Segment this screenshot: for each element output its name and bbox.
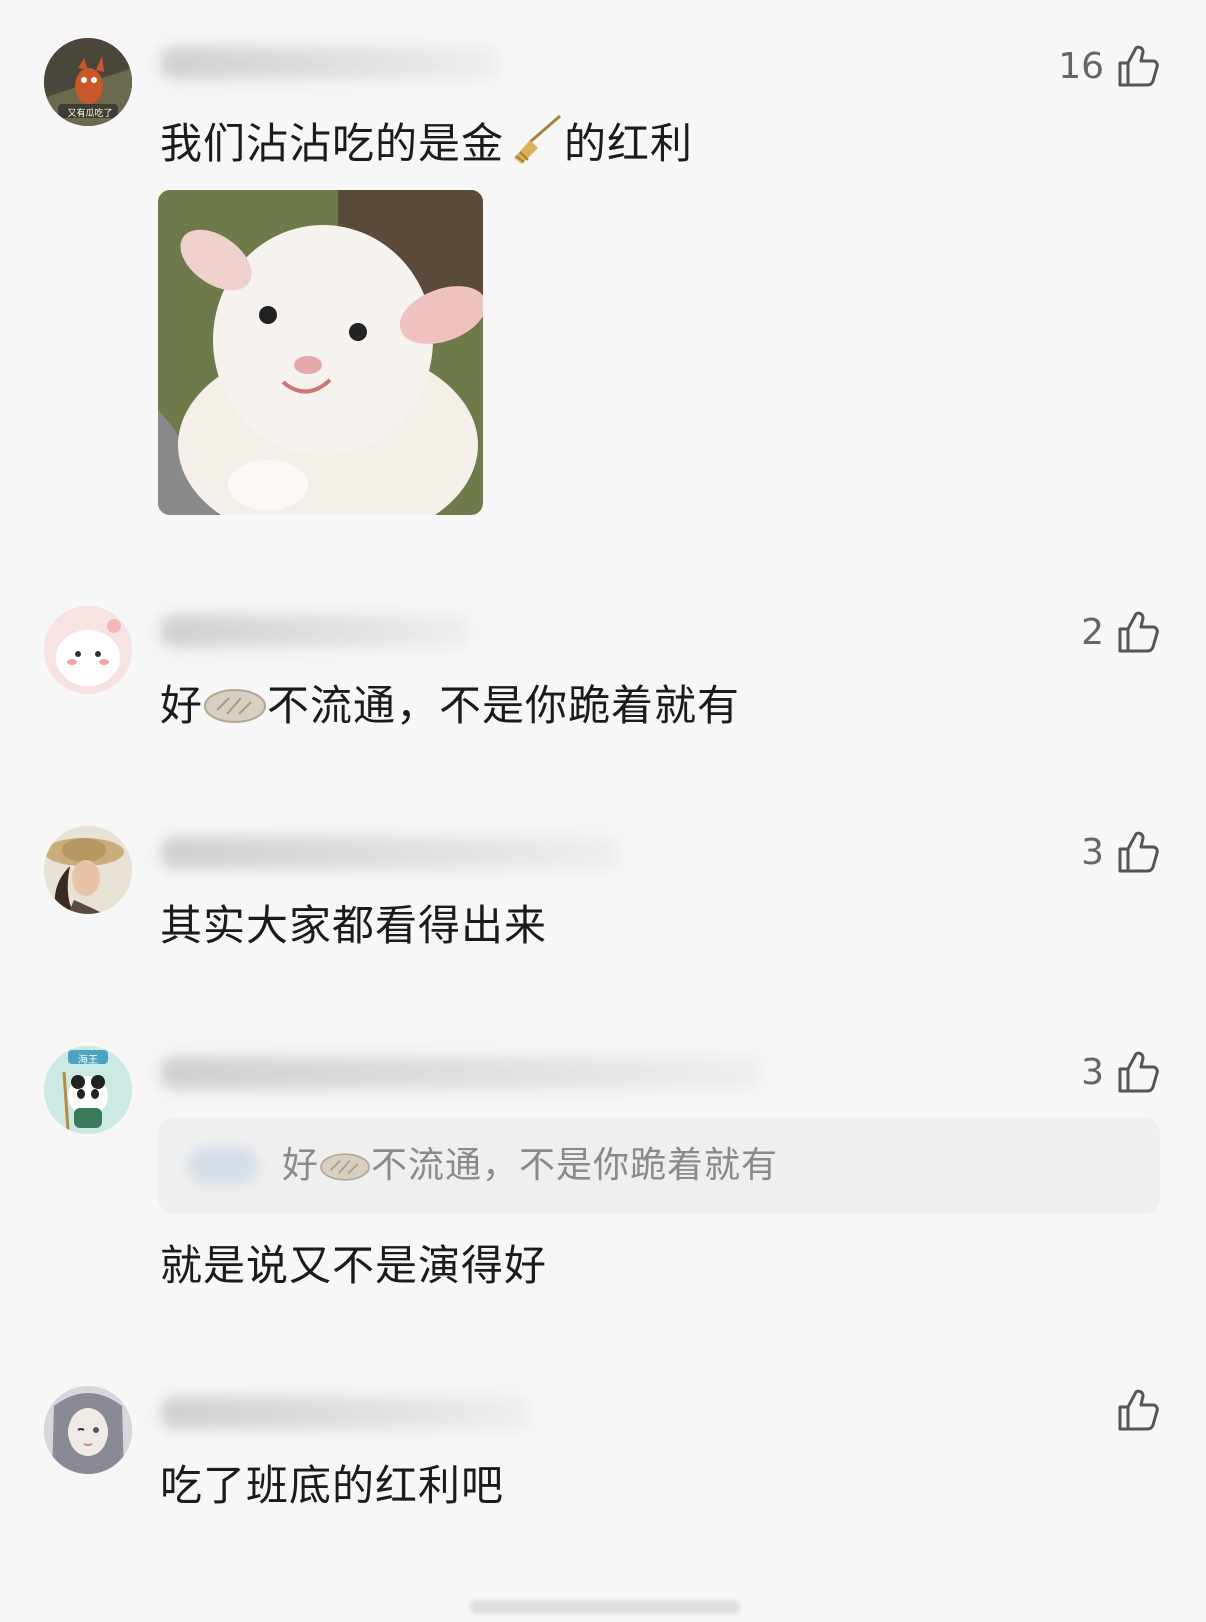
avatar[interactable] xyxy=(44,606,132,694)
pancake-icon xyxy=(319,1148,371,1196)
like-button[interactable] xyxy=(1104,1386,1162,1434)
broom-icon xyxy=(504,112,564,176)
like-button[interactable]: 16 xyxy=(1058,42,1162,90)
username-blurred[interactable] xyxy=(160,836,620,870)
avatar[interactable] xyxy=(44,1386,132,1474)
comment-item: 海王 3 好不流通，不是你跪着就有 就是说又不是演得好 xyxy=(0,1000,1206,1340)
like-count: 16 xyxy=(1058,45,1104,87)
like-count: 2 xyxy=(1081,611,1104,653)
avatar-caption: 海王 xyxy=(78,1055,98,1066)
avatar-caption: 又有瓜吃了 xyxy=(67,109,113,119)
thumbs-up-icon xyxy=(1118,45,1159,87)
thumbs-up-icon xyxy=(1118,1389,1159,1431)
comment-text: 好不流通，不是你跪着就有 xyxy=(160,680,740,738)
comment-text: 其实大家都看得出来 xyxy=(160,901,548,950)
thumbs-up-icon xyxy=(1118,831,1159,873)
like-button[interactable]: 3 xyxy=(1081,1048,1162,1096)
like-count: 3 xyxy=(1081,831,1104,873)
quoted-username-blurred xyxy=(188,1148,258,1184)
comment-text: 我们沾沾吃的是金 的红利 xyxy=(160,112,693,176)
bottom-indicator xyxy=(470,1600,740,1614)
like-count: 3 xyxy=(1081,1051,1104,1093)
comment-item: 吃了班底的红利吧 xyxy=(0,1360,1206,1560)
comment-item: 又有瓜吃了 16 我们沾沾吃的是金 的红利 xyxy=(0,0,1206,540)
username-blurred[interactable] xyxy=(160,1056,760,1090)
thumbs-up-icon xyxy=(1118,1051,1159,1093)
username-blurred[interactable] xyxy=(160,1396,530,1430)
thumbs-up-icon xyxy=(1118,611,1159,653)
comment-item: 2 好不流通，不是你跪着就有 xyxy=(0,560,1206,770)
attached-photo[interactable] xyxy=(158,190,483,515)
comment-item: 3 其实大家都看得出来 xyxy=(0,780,1206,980)
like-button[interactable]: 3 xyxy=(1081,828,1162,876)
like-button[interactable]: 2 xyxy=(1081,608,1162,656)
comment-text: 就是说又不是演得好 xyxy=(160,1241,548,1290)
avatar[interactable]: 海王 xyxy=(44,1046,132,1134)
comment-text: 吃了班底的红利吧 xyxy=(160,1461,505,1510)
username-blurred[interactable] xyxy=(160,614,470,648)
username-blurred[interactable] xyxy=(160,46,500,80)
avatar[interactable]: 又有瓜吃了 xyxy=(44,38,132,126)
quoted-text: 好不流通，不是你跪着就有 xyxy=(282,1142,778,1196)
avatar[interactable] xyxy=(44,826,132,914)
pancake-icon xyxy=(203,686,267,738)
quoted-reply[interactable]: 好不流通，不是你跪着就有 xyxy=(158,1118,1160,1214)
